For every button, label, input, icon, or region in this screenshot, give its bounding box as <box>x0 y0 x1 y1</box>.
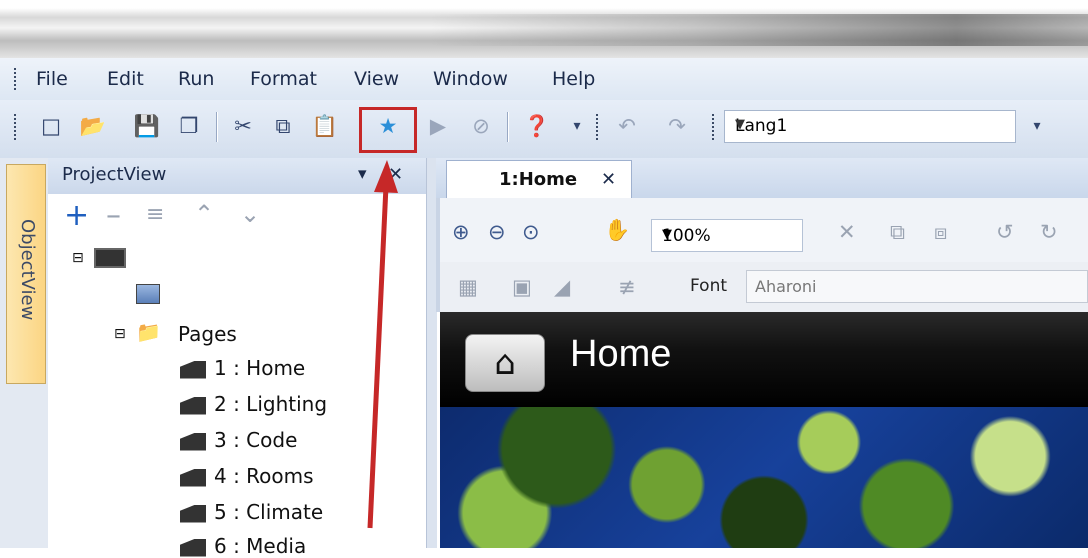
toolbar-overflow-icon[interactable]: ▾ <box>1022 111 1052 141</box>
add-icon[interactable]: + <box>64 198 89 233</box>
page-icon <box>180 468 206 487</box>
page-icon <box>180 396 206 415</box>
toolbar-separator <box>216 112 217 142</box>
menu-grip[interactable] <box>14 68 20 90</box>
ungroup-icon[interactable]: ⧈ <box>934 220 947 245</box>
home-button[interactable]: ⌂ <box>465 334 545 392</box>
tab-label: 1:Home <box>499 169 578 190</box>
toolbar-grip[interactable] <box>596 114 602 140</box>
font-value: Aharoni <box>755 277 817 296</box>
tree-page-item[interactable]: 6 : Media <box>180 534 306 558</box>
menu-bar: File Edit Run Format View Window Help <box>0 58 1088 100</box>
title-bar <box>0 0 1088 58</box>
page-icon <box>180 504 206 523</box>
projectview-title: ProjectView <box>62 164 167 185</box>
page-icon <box>180 360 206 379</box>
zoom-fit-icon[interactable]: ⊙ <box>522 220 540 244</box>
close-icon[interactable]: ✕ <box>601 169 616 190</box>
move-down-icon[interactable]: ⌄ <box>240 200 260 228</box>
paste-icon[interactable]: 📋 <box>310 111 340 141</box>
group-icon[interactable]: ⧉ <box>890 220 905 245</box>
send-backward-icon[interactable]: ↻ <box>1040 220 1058 244</box>
zoom-select[interactable]: 100% ▼ <box>651 219 803 252</box>
projectview-header: ProjectView ▾ ✕ <box>48 158 426 194</box>
save-icon[interactable]: 💾 <box>132 111 162 141</box>
tree-node-pages[interactable]: Pages <box>178 322 237 346</box>
copy-icon[interactable]: ⧉ <box>268 111 298 141</box>
redo-icon[interactable]: ↷ <box>662 111 692 141</box>
delete-icon[interactable]: ✕ <box>838 220 856 244</box>
chevron-down-icon[interactable]: ▼ <box>662 227 796 242</box>
menu-edit[interactable]: Edit <box>107 68 144 90</box>
save-all-icon[interactable]: ❐ <box>174 111 204 141</box>
stop-icon[interactable]: ⊘ <box>466 111 496 141</box>
move-up-icon[interactable]: ⌃ <box>194 200 214 228</box>
tree-page-item[interactable]: 5 : Climate <box>180 500 323 524</box>
toolbar-overflow-icon[interactable]: ▾ <box>562 111 592 141</box>
objectview-label: ObjectView <box>17 219 38 321</box>
frame-icon[interactable]: ▣ <box>512 275 532 299</box>
page-title: Home <box>570 333 672 375</box>
tree-expander-icon[interactable]: ⊟ <box>114 326 126 342</box>
run-icon[interactable]: ▶ <box>423 111 453 141</box>
pin-icon[interactable]: ▾ <box>358 164 367 184</box>
fill-bucket-icon[interactable]: ◢ <box>554 275 570 299</box>
bring-forward-icon[interactable]: ↺ <box>996 220 1014 244</box>
tree-page-item[interactable]: 2 : Lighting <box>180 392 327 416</box>
toolbar-grip[interactable] <box>14 114 20 140</box>
tree-page-item[interactable]: 3 : Code <box>180 428 297 452</box>
align-icon[interactable]: ≢ <box>618 275 636 299</box>
monitor-icon[interactable] <box>94 248 126 268</box>
font-select[interactable]: Aharoni <box>746 270 1088 303</box>
projectview-toolbar: + – ≡ ⌃ ⌄ <box>48 194 426 240</box>
objectview-tab[interactable]: ObjectView <box>6 164 46 384</box>
menu-view[interactable]: View <box>354 68 399 90</box>
pan-hand-icon[interactable]: ✋ <box>604 218 630 243</box>
tree-page-item[interactable]: 4 : Rooms <box>180 464 314 488</box>
toolbar-separator <box>507 112 508 142</box>
project-tree: ⊟ ⊟ 📁 Pages 1 : Home 2 : Lighting 3 : Co… <box>48 240 426 558</box>
grid-icon[interactable]: ▦ <box>458 275 478 299</box>
open-folder-icon[interactable]: 📂 <box>78 111 108 141</box>
zoom-in-icon[interactable]: ⊕ <box>452 220 470 244</box>
menu-run[interactable]: Run <box>178 68 214 90</box>
chevron-down-icon[interactable]: ▼ <box>735 117 1007 132</box>
config-icon[interactable] <box>136 284 160 304</box>
menu-help[interactable]: Help <box>552 68 595 90</box>
close-icon[interactable]: ✕ <box>388 164 403 185</box>
menu-format[interactable]: Format <box>250 68 317 90</box>
cut-icon[interactable]: ✂ <box>228 111 258 141</box>
remove-icon[interactable]: – <box>106 198 121 233</box>
rename-icon[interactable]: ≡ <box>146 202 164 227</box>
font-label: Font <box>690 276 728 296</box>
home-icon: ⌂ <box>494 343 516 383</box>
background-photo <box>440 407 1088 548</box>
toolbar-grip[interactable] <box>712 114 718 140</box>
menu-window[interactable]: Window <box>433 68 508 90</box>
help-icon[interactable]: ❓ <box>522 111 552 141</box>
page-icon <box>180 432 206 451</box>
new-file-icon[interactable]: □ <box>36 111 66 141</box>
tree-page-item[interactable]: 1 : Home <box>180 356 305 380</box>
highlight-box <box>359 107 417 153</box>
undo-icon[interactable]: ↶ <box>612 111 642 141</box>
zoom-out-icon[interactable]: ⊖ <box>488 220 506 244</box>
menu-file[interactable]: File <box>36 68 68 90</box>
folder-icon: 📁 <box>136 320 161 344</box>
language-select[interactable]: Lang1 ▼ <box>724 110 1016 143</box>
tree-expander-icon[interactable]: ⊟ <box>72 250 84 266</box>
tab-home[interactable]: 1:Home ✕ <box>446 160 632 198</box>
